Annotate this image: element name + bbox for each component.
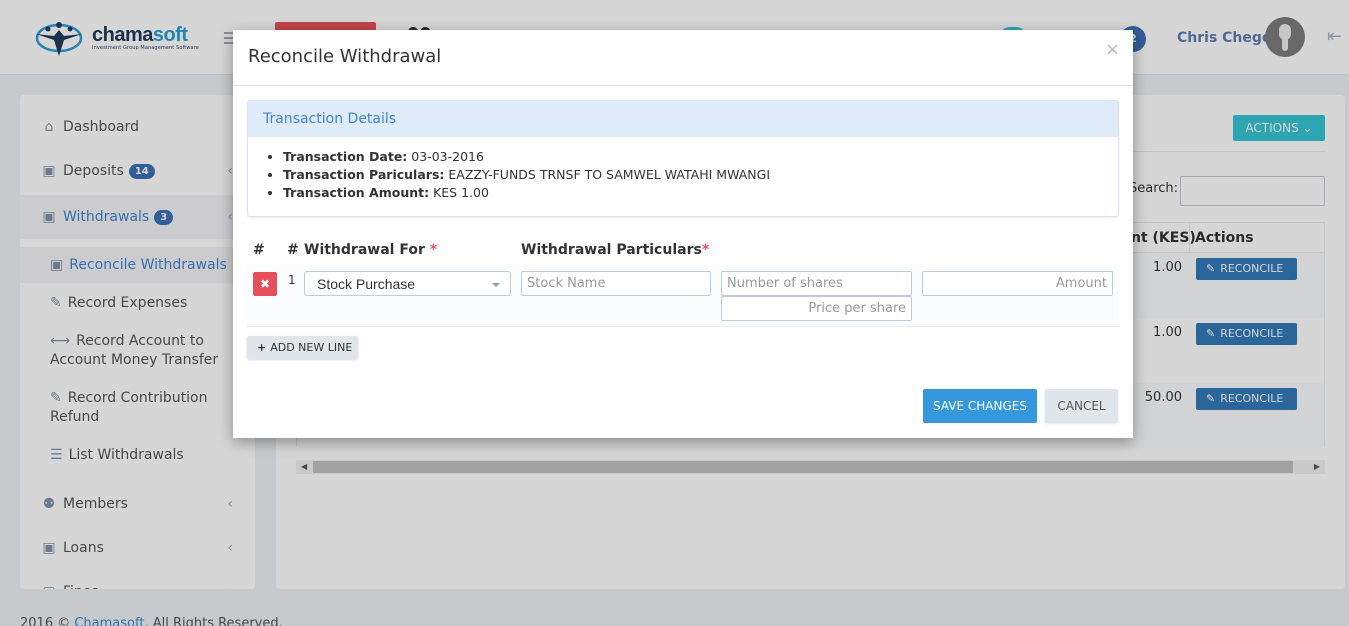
- line-number: 1: [288, 273, 296, 287]
- delete-line-button[interactable]: ✖: [253, 272, 277, 296]
- selected-option: Stock Purchase: [317, 276, 416, 292]
- column-header-withdrawal-particulars: Withdrawal Particulars*: [521, 242, 709, 258]
- save-changes-button[interactable]: SAVE CHANGES: [923, 389, 1037, 423]
- header-label: Withdrawal Particulars: [521, 242, 702, 258]
- stock-name-input[interactable]: [521, 271, 711, 296]
- amount-input[interactable]: [922, 271, 1113, 296]
- column-header-withdrawal-for: Withdrawal For *: [304, 242, 437, 258]
- price-per-share-input[interactable]: [721, 296, 912, 321]
- column-header-number: #: [287, 242, 299, 258]
- transaction-amount: Transaction Amount: KES 1.00: [283, 184, 1103, 202]
- transaction-details-panel: Transaction Details Transaction Date: 03…: [247, 100, 1119, 217]
- detail-value: 03-03-2016: [411, 149, 484, 164]
- column-header-hash: #: [253, 242, 265, 258]
- detail-value: EAZZY-FUNDS TRNSF TO SAMWEL WATAHI MWANG…: [448, 167, 771, 182]
- modal-title: Reconcile Withdrawal: [248, 46, 442, 67]
- modal-header: Reconcile Withdrawal ×: [233, 30, 1133, 86]
- required-mark: *: [701, 242, 710, 258]
- add-line-label: ADD NEW LINE: [270, 341, 353, 354]
- close-icon[interactable]: ×: [1105, 39, 1120, 60]
- header-label: Withdrawal For: [304, 242, 425, 258]
- detail-label: Transaction Pariculars:: [283, 167, 445, 182]
- plus-icon: +: [257, 341, 267, 354]
- cancel-button[interactable]: CANCEL: [1045, 389, 1118, 423]
- detail-value: KES 1.00: [433, 185, 489, 200]
- panel-title: Transaction Details: [248, 101, 1118, 137]
- transaction-date: Transaction Date: 03-03-2016: [283, 148, 1103, 166]
- required-mark: *: [429, 242, 438, 258]
- reconcile-withdrawal-modal: Reconcile Withdrawal × Transaction Detai…: [233, 30, 1133, 438]
- number-of-shares-input[interactable]: [721, 271, 912, 296]
- caret-down-icon: [492, 283, 500, 287]
- divider: [247, 326, 1119, 327]
- withdrawal-for-select[interactable]: Stock Purchase: [304, 271, 511, 296]
- detail-label: Transaction Amount:: [283, 185, 430, 200]
- close-icon: ✖: [259, 277, 271, 291]
- detail-label: Transaction Date:: [283, 149, 408, 164]
- add-new-line-button[interactable]: + ADD NEW LINE: [247, 336, 358, 359]
- transaction-details-list: Transaction Date: 03-03-2016 Transaction…: [248, 137, 1118, 202]
- transaction-particulars: Transaction Pariculars: EAZZY-FUNDS TRNS…: [283, 166, 1103, 184]
